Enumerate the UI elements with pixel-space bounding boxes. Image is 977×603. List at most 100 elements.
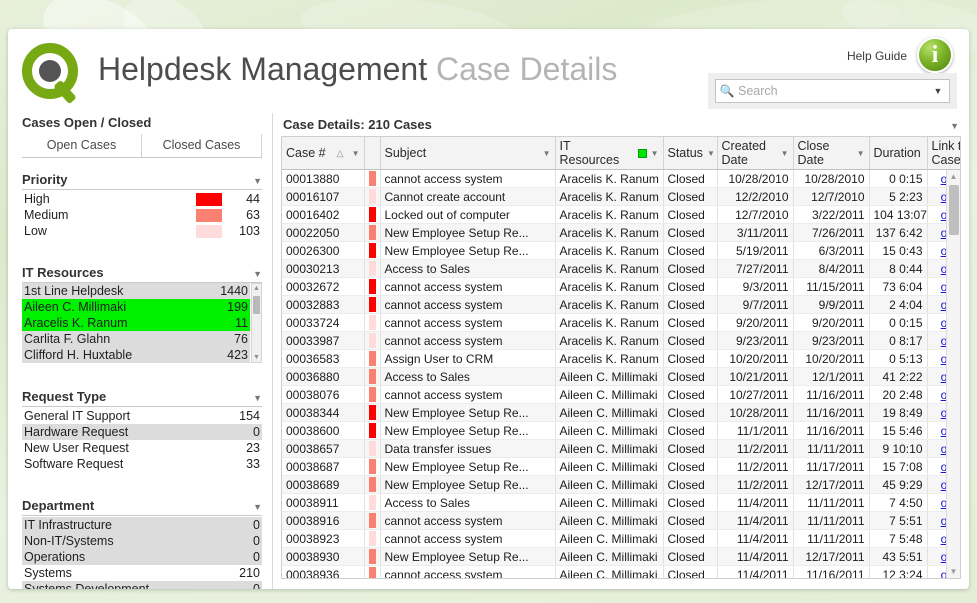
chevron-down-icon[interactable]: ▼ [853,149,865,158]
list-item[interactable]: Clifford H. Huxtable 423 [22,347,250,363]
list-item[interactable]: IT Infrastructure 0 [22,517,262,533]
cell-created-date: 5/19/2011 [717,241,794,260]
scroll-up-icon[interactable]: ▲ [252,284,261,293]
cell-created-date: 11/4/2011 [717,529,794,548]
table-row[interactable]: 00032672 cannot access system Aracelis K. … [282,277,960,296]
list-item[interactable]: Systems Development 0 [22,581,262,589]
table-row[interactable]: 00038657 Data transfer issues Aileen C. Mi… [282,439,960,458]
column-header-link-to-case[interactable]: Link to Case [927,137,960,170]
search-container: 🔍 ▼ [708,73,957,109]
priority-count: 44 [246,192,260,206]
cell-it-resource: Aracelis K. Ranum [555,313,664,332]
cell-priority-swatch [364,187,381,206]
tab-closed-cases[interactable]: Closed Cases [142,134,262,157]
table-row[interactable]: 00016402 Locked out of computer Aracelis K… [282,205,960,224]
chevron-down-icon[interactable]: ▼ [703,149,715,158]
list-item[interactable]: Carlita F. Glahn 76 [22,331,250,347]
scroll-down-icon[interactable]: ▼ [947,565,960,578]
cell-case-number: 00033987 [282,331,365,350]
table-row[interactable]: 00033987 cannot access system Aracelis K. … [282,331,960,350]
tab-open-cases[interactable]: Open Cases [22,134,142,157]
it-resources-scrollbar[interactable]: ▲ ▼ [251,283,262,363]
table-row[interactable]: 00026300 New Employee Setup Re... Aracelis… [282,241,960,260]
chevron-down-icon[interactable]: ▼ [253,176,262,186]
cell-priority-swatch [364,223,381,242]
column-header-close-date[interactable]: Close Date ▼ [793,137,870,170]
table-row[interactable]: 00038600 New Employee Setup Re... Aileen C… [282,421,960,440]
table-row[interactable]: 00038916 cannot access system Aileen C. Mi… [282,511,960,530]
table-row[interactable]: 00013880 cannot access system Aracelis K. … [282,169,960,188]
chevron-down-icon[interactable]: ▼ [777,149,789,158]
table-row[interactable]: 00038344 New Employee Setup Re... Aileen C… [282,403,960,422]
chevron-down-icon[interactable]: ▼ [253,502,262,512]
cell-it-resource: Aileen C. Millimaki [555,439,664,458]
resource-count: 11 [235,316,248,330]
table-row[interactable]: 00022050 New Employee Setup Re... Aracelis… [282,223,960,242]
cell-close-date: 11/17/2011 [793,457,870,476]
list-item[interactable]: High 44 [22,191,262,207]
chevron-down-icon[interactable]: ▼ [253,269,262,279]
cell-created-date: 11/2/2011 [717,439,794,458]
list-item[interactable]: Hardware Request 0 [22,424,262,440]
table-row[interactable]: 00036880 Access to Sales Aileen C. Millima… [282,367,960,386]
chevron-down-icon[interactable]: ▼ [950,121,959,131]
table-row[interactable]: 00038936 cannot access system Aileen C. Mi… [282,565,960,578]
priority-chip-icon [368,423,376,438]
list-item[interactable]: 1st Line Helpdesk 1440 [22,283,250,299]
list-item[interactable]: Medium 63 [22,207,262,223]
column-header-it-resources[interactable]: IT Resources ▼ [555,137,664,170]
list-item[interactable]: Aileen C. Millimaki 199 [22,299,250,315]
list-item[interactable]: Software Request 33 [22,456,262,472]
table-row[interactable]: 00038930 New Employee Setup Re... Aileen C… [282,547,960,566]
column-header-subject[interactable]: Subject ▼ [380,137,556,170]
cell-it-resource: Aracelis K. Ranum [555,259,664,278]
department-count: 0 [253,550,260,564]
app-header: Helpdesk Management Case Details Help Gu… [8,29,969,113]
cell-created-date: 10/21/2011 [717,367,794,386]
table-row[interactable]: 00036583 Assign User to CRM Aracelis K. Ra… [282,349,960,368]
column-header-case-number[interactable]: Case # △ ▼ [282,137,365,170]
cell-it-resource: Aracelis K. Ranum [555,205,664,224]
cell-close-date: 12/7/2010 [793,187,870,206]
search-box[interactable]: 🔍 ▼ [715,79,950,103]
case-grid-scrollbar[interactable]: ▲ ▼ [946,170,960,578]
table-row[interactable]: 00030213 Access to Sales Aracelis K. Ranum… [282,259,960,278]
table-row[interactable]: 00038911 Access to Sales Aileen C. Millima… [282,493,960,512]
cell-created-date: 9/3/2011 [717,277,794,296]
table-row[interactable]: 00038923 cannot access system Aileen C. Mi… [282,529,960,548]
table-row[interactable]: 00038687 New Employee Setup Re... Aileen C… [282,457,960,476]
chevron-down-icon[interactable]: ▼ [253,393,262,403]
chevron-down-icon[interactable]: ▼ [348,149,360,158]
priority-chip-icon [368,405,376,420]
cell-status: Closed [663,457,718,476]
list-item[interactable]: Low 103 [22,223,262,239]
scrollbar-thumb[interactable] [253,296,260,314]
chevron-down-icon[interactable]: ▼ [927,86,949,96]
chevron-down-icon[interactable]: ▼ [539,149,551,158]
table-row[interactable]: 00038076 cannot access system Aileen C. Mi… [282,385,960,404]
cell-created-date: 10/20/2011 [717,349,794,368]
help-guide-link[interactable]: Help Guide [847,49,907,63]
scroll-down-icon[interactable]: ▼ [252,353,261,362]
table-row[interactable]: 00038689 New Employee Setup Re... Aileen C… [282,475,960,494]
list-item[interactable]: New User Request 23 [22,440,262,456]
list-item[interactable]: Aracelis K. Ranum 11 [22,315,250,331]
table-row[interactable]: 00033724 cannot access system Aracelis K. … [282,313,960,332]
list-item[interactable]: Systems 210 [22,565,262,581]
table-row[interactable]: 00032883 cannot access system Aracelis K. … [282,295,960,314]
cell-created-date: 9/7/2011 [717,295,794,314]
search-input[interactable] [736,83,927,99]
table-row[interactable]: 00016107 Cannot create account Aracelis K.… [282,187,960,206]
info-icon[interactable]: i [917,37,953,73]
scrollbar-thumb[interactable] [949,185,959,235]
column-header-status[interactable]: Status ▼ [663,137,718,170]
cell-case-number: 00038344 [282,403,365,422]
list-item[interactable]: General IT Support 154 [22,408,262,424]
scroll-up-icon[interactable]: ▲ [947,170,960,183]
chevron-down-icon[interactable]: ▼ [647,149,659,158]
list-item[interactable]: Operations 0 [22,549,262,565]
list-item[interactable]: Non-IT/Systems 0 [22,533,262,549]
cell-priority-swatch [364,439,381,458]
column-header-created-date[interactable]: Created Date ▼ [717,137,794,170]
column-header-duration[interactable]: Duration [869,137,928,170]
